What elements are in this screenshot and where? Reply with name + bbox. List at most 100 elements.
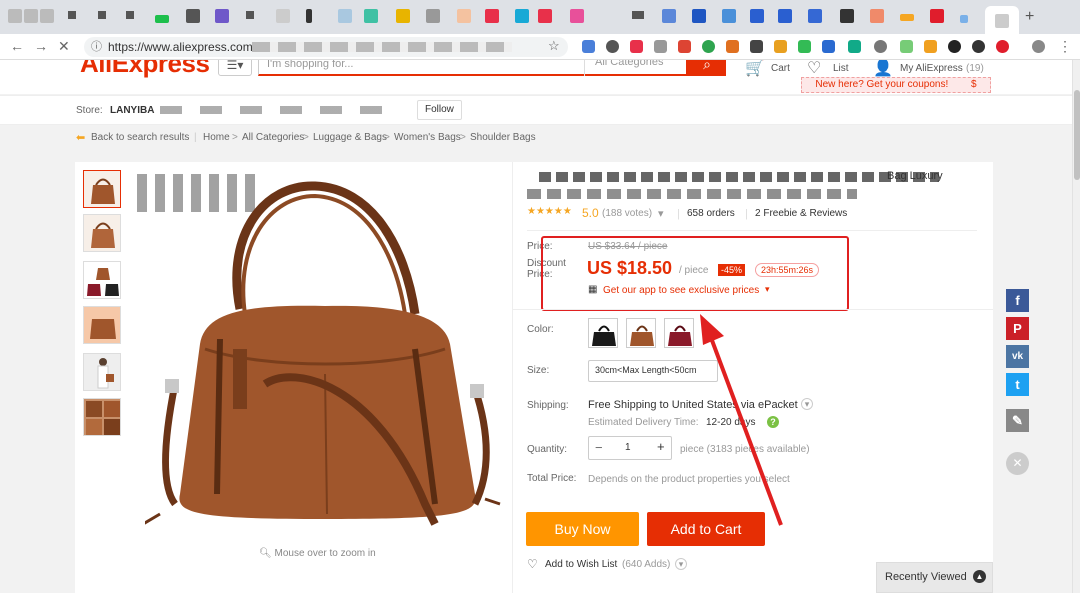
edit-icon[interactable]: ✎ — [1006, 409, 1029, 432]
recently-viewed-tab[interactable]: Recently Viewed ▲ — [876, 562, 993, 593]
extension-icon[interactable] — [630, 40, 643, 53]
tab-favicon[interactable] — [246, 11, 254, 19]
address-bar[interactable]: ⓘ https://www.aliexpress.com ☆ — [84, 37, 568, 57]
tab-favicon[interactable] — [40, 9, 54, 23]
tab-favicon[interactable] — [930, 9, 944, 23]
tab-favicon[interactable] — [570, 9, 584, 23]
tab-favicon[interactable] — [426, 9, 440, 23]
breadcrumb-luggage-bags[interactable]: Luggage & Bags — [313, 132, 387, 143]
forward-icon[interactable]: → — [34, 38, 48, 54]
tab-favicon[interactable] — [457, 9, 471, 23]
search-input[interactable]: I'm shopping for... — [267, 60, 353, 70]
product-thumbnail[interactable] — [83, 353, 121, 391]
active-tab[interactable] — [985, 6, 1019, 34]
tab-favicon[interactable] — [538, 9, 552, 23]
tab-favicon[interactable] — [396, 9, 410, 23]
extension-icon[interactable] — [822, 40, 835, 53]
chevron-down-icon[interactable]: ▾ — [658, 207, 664, 220]
breadcrumb-shoulder-bags[interactable]: Shoulder Bags — [470, 132, 536, 143]
heart-icon[interactable]: ♡ — [807, 60, 821, 78]
bookmark-star-icon[interactable]: ☆ — [548, 36, 560, 56]
back-arrow-icon[interactable]: ⬅ — [76, 131, 85, 144]
extension-icon[interactable] — [848, 40, 861, 53]
chevron-down-icon[interactable]: ▾ — [801, 398, 813, 410]
add-to-wishlist-link[interactable]: Add to Wish List — [545, 559, 617, 570]
breadcrumb-womens-bags[interactable]: Women's Bags — [394, 132, 461, 143]
wishlist-label[interactable]: List — [833, 63, 849, 74]
tab-favicon[interactable] — [632, 11, 644, 19]
cart-icon[interactable]: 🛒 — [745, 60, 765, 78]
tab-favicon[interactable] — [960, 15, 968, 23]
extension-icon[interactable] — [900, 40, 913, 53]
tab-favicon[interactable] — [364, 9, 378, 23]
tab-favicon[interactable] — [692, 9, 706, 23]
breadcrumb-all-categories[interactable]: All Categories — [242, 132, 304, 143]
extension-icon[interactable] — [798, 40, 811, 53]
color-swatch-brown[interactable] — [626, 318, 656, 348]
extension-icon[interactable] — [750, 40, 763, 53]
product-thumbnail[interactable] — [83, 170, 121, 208]
help-icon[interactable]: ? — [767, 416, 779, 428]
scrollbar-thumb[interactable] — [1074, 90, 1080, 180]
tab-favicon[interactable] — [900, 14, 914, 21]
search-button[interactable]: ⌕ — [688, 60, 726, 76]
extension-icon[interactable] — [996, 40, 1009, 53]
rating-votes[interactable]: (188 votes) — [602, 208, 652, 219]
stop-icon[interactable]: ✕ — [58, 38, 70, 55]
product-thumbnail[interactable] — [83, 398, 121, 436]
tab-favicon[interactable] — [215, 9, 229, 23]
aliexpress-logo[interactable]: AliExpress — [80, 60, 210, 79]
size-option[interactable]: 30cm<Max Length<50cm — [588, 360, 718, 382]
tab-favicon[interactable] — [722, 9, 736, 23]
categories-menu-button[interactable]: ☰▾ — [218, 60, 252, 76]
tab-favicon[interactable] — [840, 9, 854, 23]
product-thumbnail[interactable] — [83, 306, 121, 344]
tab-favicon[interactable] — [186, 9, 200, 23]
category-select[interactable]: All Categories — [584, 60, 688, 76]
back-icon[interactable]: ← — [10, 38, 24, 54]
twitter-icon[interactable]: t — [1006, 373, 1029, 396]
product-thumbnail[interactable] — [83, 214, 121, 252]
extension-icon[interactable] — [726, 40, 739, 53]
tab-favicon[interactable] — [8, 9, 22, 23]
back-to-search-link[interactable]: Back to search results — [91, 132, 189, 143]
product-thumbnail[interactable] — [83, 261, 121, 299]
tab-favicon[interactable] — [68, 11, 76, 19]
tab-favicon[interactable] — [515, 9, 529, 23]
avatar[interactable] — [1032, 40, 1045, 53]
extension-icon[interactable] — [654, 40, 667, 53]
tab-favicon[interactable] — [276, 9, 290, 23]
tab-favicon[interactable] — [338, 9, 352, 23]
tab-favicon[interactable] — [485, 9, 499, 23]
close-icon[interactable]: ✕ — [1006, 452, 1029, 475]
product-main-image[interactable] — [145, 174, 505, 544]
new-tab-button[interactable]: + — [1025, 8, 1034, 26]
extension-icon[interactable] — [924, 40, 937, 53]
extension-icon[interactable] — [678, 40, 691, 53]
tab-favicon[interactable] — [98, 11, 106, 19]
account-label[interactable]: My AliExpress — [900, 63, 963, 74]
follow-button[interactable]: Follow — [417, 100, 462, 120]
chevron-down-icon[interactable]: ▾ — [675, 558, 687, 570]
tab-favicon[interactable] — [306, 9, 312, 23]
tab-favicon[interactable] — [778, 9, 792, 23]
cart-label[interactable]: Cart — [771, 63, 790, 74]
buy-now-button[interactable]: Buy Now — [526, 512, 639, 546]
store-name[interactable]: LANYIBA — [110, 105, 154, 116]
menu-icon[interactable]: ⋮ — [1058, 38, 1072, 55]
add-to-cart-button[interactable]: Add to Cart — [647, 512, 765, 546]
tab-favicon[interactable] — [155, 15, 169, 23]
vk-icon[interactable]: vk — [1006, 345, 1029, 368]
tab-favicon[interactable] — [750, 9, 764, 23]
user-icon[interactable]: 👤 — [873, 60, 893, 78]
extension-icon[interactable] — [948, 40, 961, 53]
tab-favicon[interactable] — [662, 9, 676, 23]
info-icon[interactable]: ⓘ — [91, 37, 102, 57]
plus-button[interactable]: + — [657, 439, 665, 454]
color-swatch-black[interactable] — [588, 318, 618, 348]
coupon-banner[interactable]: New here? Get your coupons! $ — [801, 77, 991, 93]
shipping-method[interactable]: Free Shipping to United States via ePack… — [588, 399, 798, 411]
extension-icon[interactable] — [972, 40, 985, 53]
tab-favicon[interactable] — [870, 9, 884, 23]
minus-button[interactable]: − — [595, 440, 603, 455]
